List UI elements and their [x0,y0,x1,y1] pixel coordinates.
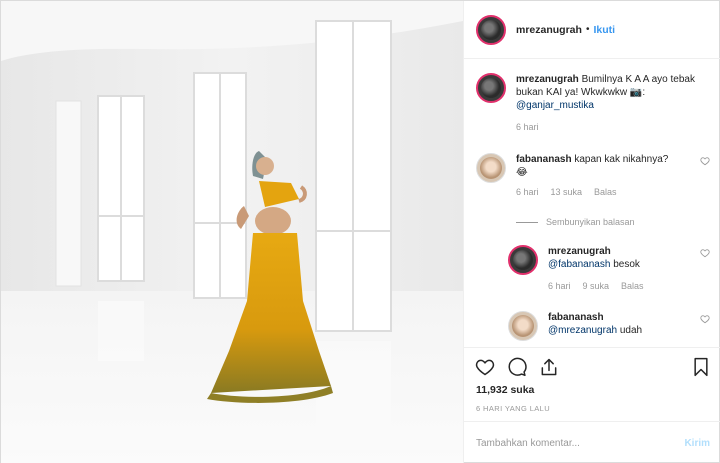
reply-mention[interactable]: @mrezanugrah [548,325,617,336]
header-text: mrezanugrah • Ikuti [516,24,615,36]
caption-username[interactable]: mrezanugrah [516,74,579,85]
like-reply-heart-icon[interactable] [700,314,710,324]
reply-body: udah [619,325,643,336]
bookmark-icon[interactable] [690,356,712,378]
reply-username[interactable]: mrezanugrah [548,246,611,257]
comment-likes[interactable]: 13 suka [551,187,583,197]
comment-item: fabananash kapan kak nikahnya? 😂 6 hari … [476,153,714,197]
caption-meta: 6 hari [516,122,714,132]
caption-mention[interactable]: @ganjar_mustika [516,100,594,111]
reply-text: fabananash @mrezanugrah udah [548,311,714,337]
caption-text: mrezanugrah Bumilnya K A A ayo tebak buk… [516,73,714,112]
post-actions: 11,932 suka 6 HARI YANG LALU [464,347,720,421]
comment-username[interactable]: fabananash [516,154,572,165]
comment-emoji: 😂 [516,167,528,178]
reply-text: mrezanugrah @fabananash besok [548,245,714,271]
post-photo[interactable] [1,1,463,463]
reply-reply-button[interactable]: Balas [621,281,644,291]
author-avatar[interactable] [476,14,506,45]
author-username[interactable]: mrezanugrah [516,24,582,36]
comment-bubble-icon[interactable] [506,356,528,378]
comment-meta: 6 hari 13 suka Balas [516,187,714,197]
caption-avatar[interactable] [476,73,506,103]
comment-reply-button[interactable]: Balas [594,187,617,197]
hide-replies-label: Sembunyikan balasan [546,217,635,227]
reply-body: besok [613,259,640,270]
comment-time[interactable]: 6 hari [516,187,539,197]
likes-count[interactable]: 11,932 suka [476,384,534,396]
header-separator: • [585,24,590,35]
reply-avatar[interactable] [508,311,538,341]
comment-input[interactable] [476,437,685,449]
post-header: mrezanugrah • Ikuti [464,1,720,59]
caption-time[interactable]: 6 hari [516,122,539,132]
comment-avatar[interactable] [476,153,506,183]
comments-list[interactable]: mrezanugrah Bumilnya K A A ayo tebak buk… [464,59,720,347]
post-timestamp[interactable]: 6 HARI YANG LALU [476,404,550,413]
replies-divider-line [516,221,538,223]
share-icon[interactable] [538,356,560,378]
reply-item: fabananash @mrezanugrah udah [508,311,714,341]
like-reply-heart-icon[interactable] [700,248,710,258]
action-icons [474,356,560,378]
reply-mention[interactable]: @fabananash [548,259,610,270]
photo-illustration [1,1,463,463]
caption: mrezanugrah Bumilnya K A A ayo tebak buk… [476,73,714,132]
add-comment-bar: Kirim [464,421,720,463]
like-heart-icon[interactable] [474,356,496,378]
comment-body: kapan kak nikahnya? [574,154,669,165]
reply-avatar[interactable] [508,245,538,275]
comment-text: fabananash kapan kak nikahnya? 😂 [516,153,714,179]
reply-meta: 6 hari 9 suka Balas [548,281,714,291]
post-sidebar: mrezanugrah • Ikuti mrezanugrah Bumilnya… [463,1,720,463]
reply-item: mrezanugrah @fabananash besok 6 hari 9 s… [508,245,714,291]
reply-time[interactable]: 6 hari [548,281,571,291]
instagram-post: mrezanugrah • Ikuti mrezanugrah Bumilnya… [0,0,720,463]
reply-likes[interactable]: 9 suka [583,281,610,291]
like-comment-heart-icon[interactable] [700,156,710,166]
reply-username[interactable]: fabananash [548,312,604,323]
follow-button[interactable]: Ikuti [593,24,615,36]
hide-replies-toggle[interactable]: Sembunyikan balasan [516,217,635,227]
post-comment-button[interactable]: Kirim [684,438,710,449]
